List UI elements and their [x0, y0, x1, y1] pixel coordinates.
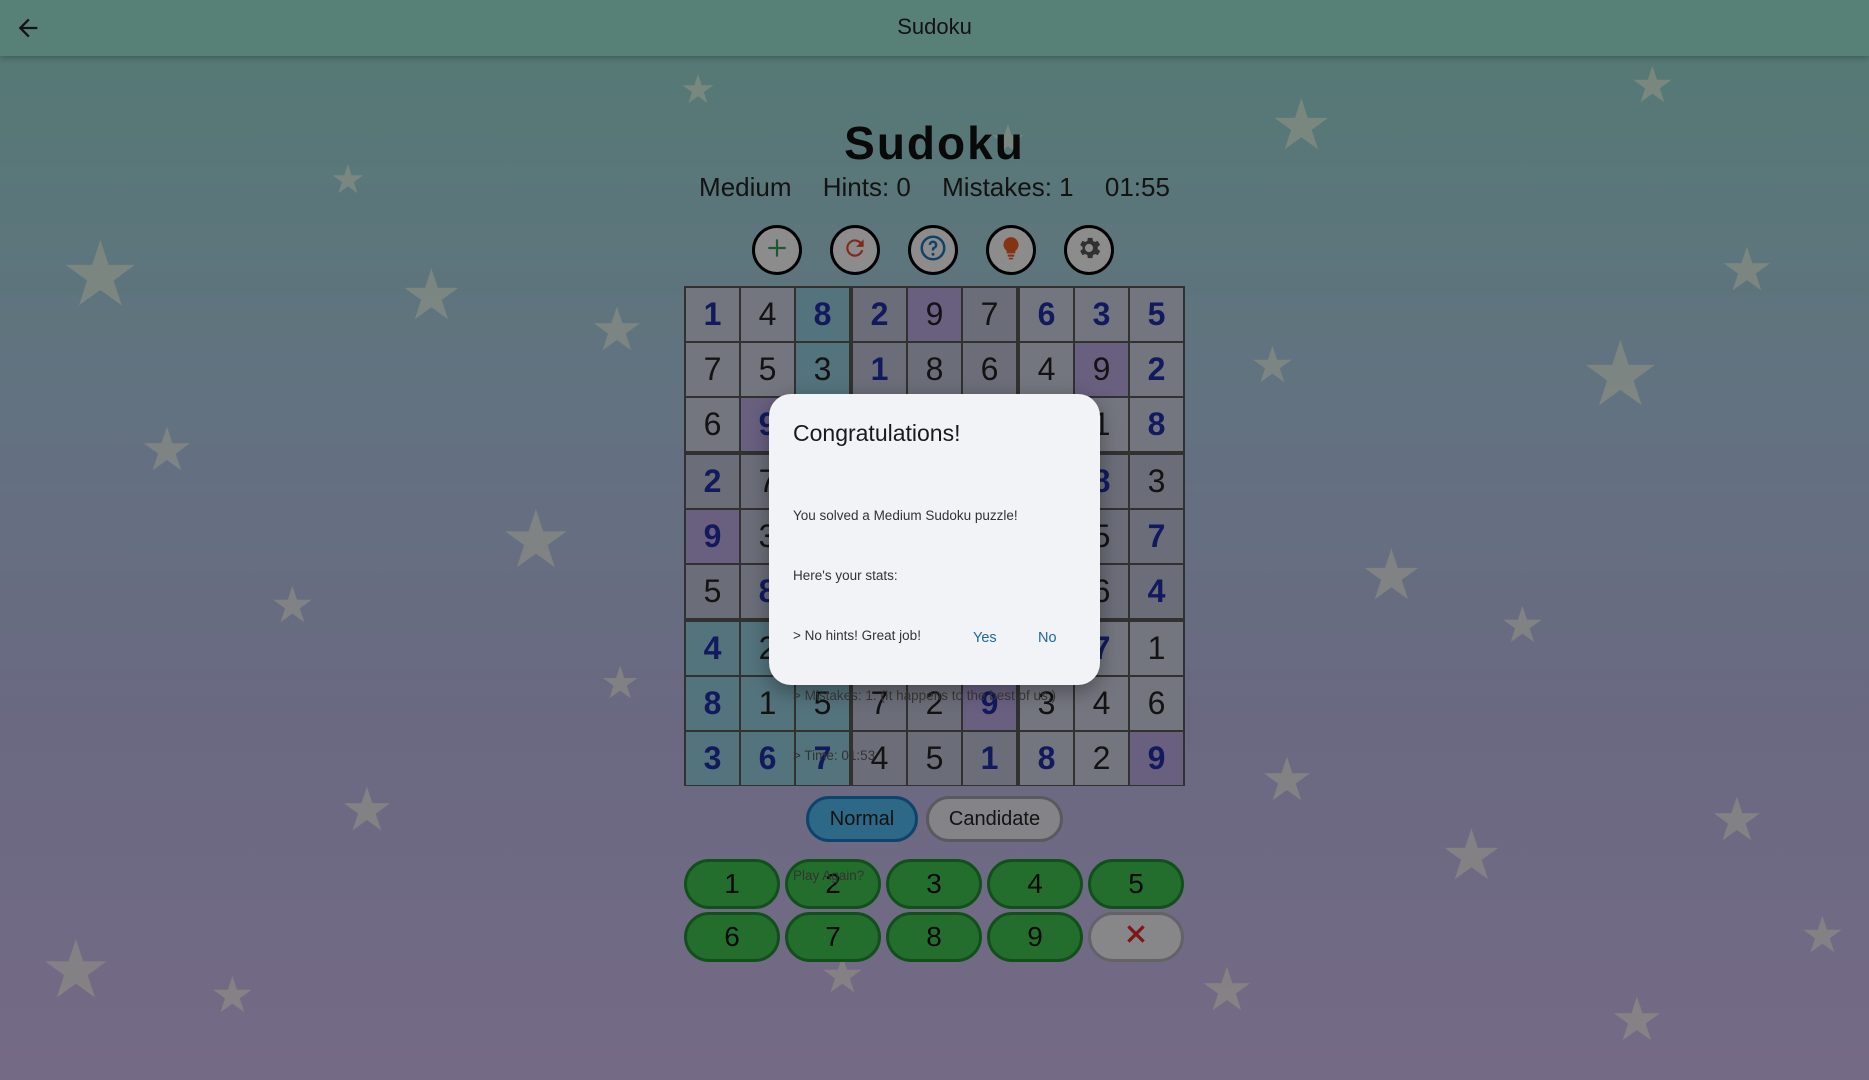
dialog-line: Here's your stats:: [793, 568, 898, 583]
dialog-title: Congratulations!: [793, 420, 961, 446]
dialog-line: You solved a Medium Sudoku puzzle!: [793, 508, 1018, 523]
dialog-line: [793, 806, 1056, 826]
dialog-line: > No hints! Great job!: [793, 628, 921, 643]
dialog-body: You solved a Medium Sudoku puzzle! Here'…: [793, 466, 1056, 926]
yes-button[interactable]: Yes: [967, 626, 1003, 650]
dialog-line: > Mistakes: 1. (It happens to the best o…: [793, 688, 1057, 703]
dialog-line: > Time: 01:53: [793, 748, 876, 763]
dialog-line: Play Again?: [793, 868, 865, 883]
no-button[interactable]: No: [1032, 626, 1063, 650]
congratulations-dialog: Congratulations! You solved a Medium Sud…: [769, 394, 1100, 883]
